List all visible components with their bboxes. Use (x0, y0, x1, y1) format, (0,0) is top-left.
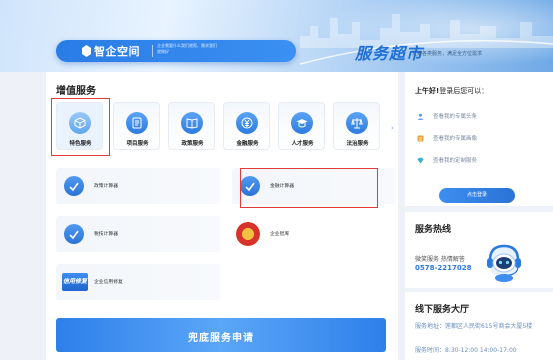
hotline-card: 服务热线 微笑服务 热情解答 0578-2217028 (405, 212, 553, 288)
policy-calculator-card[interactable]: 政策计算器 (56, 168, 220, 204)
hotline-title: 服务热线 (415, 225, 452, 235)
apply-button-label: 兜底服务申请 (188, 333, 254, 344)
greeting: 上午好!登录后您可以： (415, 86, 488, 96)
login-card: 上午好!登录后您可以： 查看我的专属头条 查看我的专属画像 查看我的定制服务 点… (405, 72, 553, 206)
highlight-box-finance-calculator (240, 168, 378, 208)
tile-label: 法治服务 (346, 141, 369, 147)
login-button-label: 点击登录 (466, 192, 487, 198)
scales-icon (346, 112, 368, 134)
benefit-item-headlines[interactable]: 查看我的专属头条 (415, 110, 545, 124)
tile-label: 金融服务 (236, 141, 259, 147)
value-added-services-panel: 增值服务 特色服务 项目服务 政策服务 金融服务 人才服务 法治服务 › 政策计… (46, 72, 398, 360)
office-hours: 服务时间：8:30-12:00 14:00-17:00 (415, 347, 517, 354)
enterprise-think-tank-card[interactable]: 企业智库 (232, 216, 396, 252)
hotline-description: 微笑服务 热情解答 (415, 256, 465, 263)
emblem-icon (236, 222, 260, 246)
tile-label: 政策服务 (181, 141, 204, 147)
customer-service-robot-icon (487, 244, 521, 282)
calculator-label: 税技计算器 (94, 232, 118, 237)
brand-divider (152, 45, 153, 57)
tile-finance-services[interactable]: 金融服务 (223, 102, 270, 150)
section-title: 增值服务 (56, 86, 96, 97)
benefit-item-profile[interactable]: 查看我的专属画像 (415, 132, 545, 146)
tax-calculator-card[interactable]: 税技计算器 (56, 216, 220, 252)
tile-legal-services[interactable]: 法治服务 (333, 102, 380, 150)
market-subtitle: 汇聚各类服务，满足全方位需求 (412, 51, 483, 57)
profile-icon (417, 135, 424, 142)
office-address: 服务地址：莲都区人民街615号商会大厦5楼 (415, 323, 533, 330)
calculator-label: 政策计算器 (94, 184, 118, 189)
diamond-icon (417, 157, 424, 164)
tile-project-services[interactable]: 项目服务 (113, 102, 160, 150)
document-icon (126, 112, 148, 134)
greeting-bold: 上午好! (415, 87, 440, 95)
benefit-item-custom-services[interactable]: 查看我的定制服务 (415, 154, 545, 168)
brand-pill[interactable]: 智企空间 企业需要什么我们就帮，需求我们就做好 (56, 40, 296, 62)
calculator-icon (64, 176, 84, 196)
coin-icon (236, 112, 258, 134)
tile-label: 项目服务 (126, 141, 149, 147)
tile-talent-services[interactable]: 人才服务 (278, 102, 325, 150)
calculator-label: 企业智库 (270, 232, 290, 237)
fallback-service-apply-button[interactable]: 兜底服务申请 (56, 318, 386, 352)
user-icon (417, 113, 424, 120)
benefit-label: 查看我的专属画像 (433, 136, 478, 142)
credit-repair-card[interactable]: 信用修复 企业信用修复 (56, 264, 220, 300)
highlight-box-featured (51, 98, 110, 156)
benefit-label: 查看我的定制服务 (433, 158, 478, 164)
offline-service-hall-card: 线下服务大厅 服务地址：莲都区人民街615号商会大厦5楼 服务时间：8:30-1… (405, 292, 553, 360)
book-icon (181, 112, 203, 134)
login-button[interactable]: 点击登录 (439, 188, 515, 203)
calculator-label: 企业信用修复 (94, 280, 123, 285)
calculator-icon (64, 224, 84, 244)
brand-slogan: 企业需要什么我们就帮，需求我们就做好 (157, 43, 217, 54)
tile-label: 人才服务 (291, 141, 314, 147)
brand-name: 智企空间 (94, 45, 140, 58)
office-title: 线下服务大厅 (415, 305, 470, 315)
chevron-right-icon[interactable]: › (391, 124, 394, 132)
graduation-cap-icon (291, 112, 313, 134)
tile-policy-services[interactable]: 政策服务 (168, 102, 215, 150)
header-banner: 智企空间 企业需要什么我们就帮，需求我们就做好 服务超市 汇聚各类服务，满足全方… (0, 0, 553, 72)
hotline-phone[interactable]: 0578-2217028 (415, 264, 471, 272)
greeting-rest: 登录后您可以： (439, 87, 489, 95)
brand-logo-icon (82, 45, 91, 57)
credit-repair-icon: 信用修复 (62, 273, 88, 291)
benefit-label: 查看我的专属头条 (433, 114, 478, 120)
